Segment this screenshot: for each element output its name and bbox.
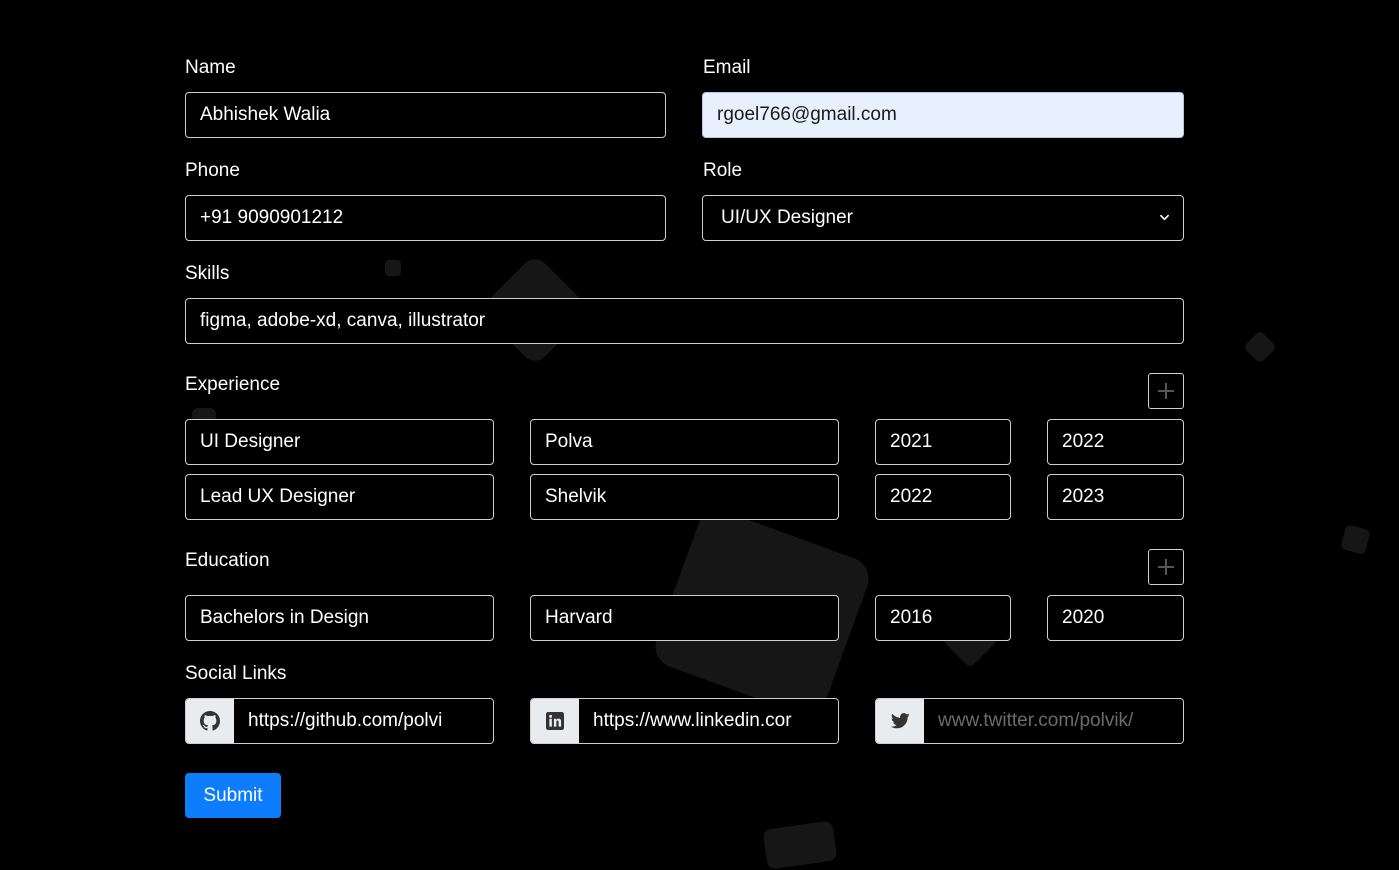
name-label: Name [185, 57, 236, 78]
education-end-input[interactable]: 2020 [1047, 595, 1184, 641]
linkedin-input[interactable]: https://www.linkedin.cor [579, 699, 838, 743]
linkedin-icon [531, 699, 579, 743]
experience-company-input[interactable]: Shelvik [530, 474, 839, 520]
background-shape [762, 820, 838, 870]
experience-start-input[interactable]: 2021 [875, 419, 1011, 465]
experience-title-input[interactable]: Lead UX Designer [185, 474, 494, 520]
chevron-down-icon [1160, 214, 1169, 221]
twitter-input[interactable]: /www.twitter.com/polvik [924, 699, 1183, 743]
twitter-icon [876, 699, 924, 743]
experience-start-input[interactable]: 2022 [875, 474, 1011, 520]
add-experience-button[interactable] [1148, 373, 1184, 409]
experience-end-input[interactable]: 2023 [1047, 474, 1184, 520]
experience-end-input[interactable]: 2022 [1047, 419, 1184, 465]
plus-icon [1158, 559, 1174, 575]
github-field: https://github.com/polvi [185, 698, 494, 744]
education-degree-input[interactable]: Bachelors in Design [185, 595, 494, 641]
role-select[interactable]: UI/UX Designer [702, 195, 1184, 241]
experience-company-input[interactable]: Polva [530, 419, 839, 465]
github-input[interactable]: https://github.com/polvi [234, 699, 493, 743]
twitter-field: /www.twitter.com/polvik [875, 698, 1184, 744]
background-shape [1340, 524, 1371, 555]
phone-input[interactable]: +91 9090901212 [185, 195, 666, 241]
name-input[interactable]: Abhishek Walia [185, 92, 666, 138]
email-label: Email [703, 57, 751, 78]
submit-button[interactable]: Submit [185, 773, 281, 818]
role-select-value: UI/UX Designer [721, 207, 853, 228]
skills-label: Skills [185, 263, 230, 284]
role-label: Role [703, 160, 743, 181]
phone-label: Phone [185, 160, 240, 181]
education-start-input[interactable]: 2016 [875, 595, 1011, 641]
background-shape [385, 260, 401, 276]
github-icon [186, 699, 234, 743]
add-education-button[interactable] [1148, 549, 1184, 585]
email-input[interactable]: rgoel766@gmail.com [702, 92, 1184, 138]
experience-title-input[interactable]: UI Designer [185, 419, 494, 465]
linkedin-field: https://www.linkedin.cor [530, 698, 839, 744]
education-label: Education [185, 550, 270, 571]
background-shape [1243, 330, 1277, 364]
plus-icon [1158, 383, 1174, 399]
education-school-input[interactable]: Harvard [530, 595, 839, 641]
experience-label: Experience [185, 374, 281, 395]
skills-input[interactable]: figma, adobe-xd, canva, illustrator [185, 298, 1184, 344]
social-links-label: Social Links [185, 663, 287, 684]
